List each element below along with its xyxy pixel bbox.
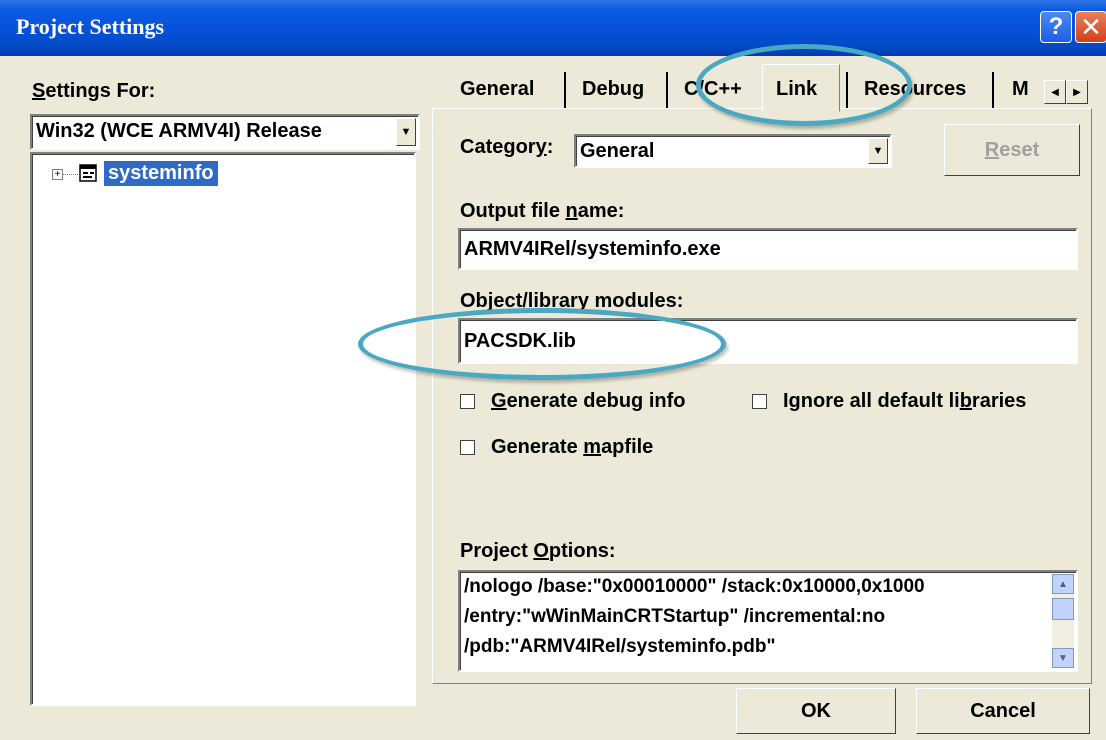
category-label: Category: — [460, 136, 554, 158]
project-settings-dialog: Project Settings ? ✕ Settings For: Win32… — [0, 0, 1106, 740]
output-file-value: ARMV4IRel/systeminfo.exe — [464, 238, 721, 260]
configuration-dropdown[interactable]: Win32 (WCE ARMV4I) Release ▼ — [30, 114, 420, 150]
help-button[interactable]: ? — [1040, 11, 1072, 43]
title-bar[interactable]: Project Settings ? ✕ — [0, 0, 1106, 56]
highlight-ellipse-link-tab — [696, 44, 912, 126]
tab-general[interactable]: General — [460, 70, 534, 108]
help-icon: ? — [1048, 13, 1064, 40]
project-options-line: /pdb:"ARMV4IRel/systeminfo.pdb" — [464, 636, 776, 657]
expand-icon[interactable]: + — [52, 169, 63, 180]
tab-divider — [666, 72, 668, 108]
scroll-up-icon[interactable]: ▲ — [1052, 574, 1074, 594]
window-title: Project Settings — [16, 14, 165, 39]
project-tree[interactable]: + systeminfo — [30, 152, 416, 706]
generate-mapfile-label: Generate mapfile — [491, 436, 654, 458]
options-scrollbar[interactable]: ▲ ▼ — [1052, 574, 1074, 668]
category-value: General — [580, 140, 655, 162]
reset-button[interactable]: Reset — [944, 124, 1080, 176]
close-icon: ✕ — [1080, 11, 1102, 42]
tab-scroll-left-icon[interactable]: ◀ — [1044, 80, 1066, 104]
tab-scroll-buttons: ◀ ▶ — [1044, 80, 1090, 104]
configuration-value: Win32 (WCE ARMV4I) Release — [36, 120, 322, 142]
project-options-label: Project Options: — [460, 540, 616, 562]
checkbox-box[interactable] — [460, 440, 475, 455]
tree-node-systeminfo[interactable]: systeminfo — [104, 161, 218, 186]
output-file-input[interactable]: ARMV4IRel/systeminfo.exe — [458, 228, 1078, 270]
project-options-line: /nologo /base:"0x00010000" /stack:0x1000… — [464, 576, 925, 597]
tab-divider — [564, 72, 566, 108]
tab-more[interactable]: M — [1012, 70, 1029, 108]
project-options-line: /entry:"wWinMainCRTStartup" /incremental… — [464, 606, 886, 627]
tab-divider — [992, 72, 994, 108]
ok-button[interactable]: OK — [736, 688, 896, 734]
tab-debug[interactable]: Debug — [582, 70, 644, 108]
chevron-down-icon[interactable]: ▼ — [396, 118, 416, 146]
checkbox-box[interactable] — [752, 394, 767, 409]
close-button[interactable]: ✕ — [1075, 11, 1106, 43]
generate-debug-info-label: Generate debug info — [491, 390, 686, 412]
highlight-ellipse-object-modules — [358, 308, 726, 380]
tab-scroll-right-icon[interactable]: ▶ — [1066, 80, 1088, 104]
checkbox-box[interactable] — [460, 394, 475, 409]
settings-for-label: Settings For: — [32, 80, 156, 102]
ignore-default-libraries-label: Ignore all default libraries — [783, 390, 1027, 412]
chevron-down-icon[interactable]: ▼ — [868, 138, 888, 164]
scroll-thumb[interactable] — [1052, 598, 1074, 620]
ignore-default-libraries-checkbox[interactable]: Ignore all default libraries — [752, 390, 1026, 413]
scroll-down-icon[interactable]: ▼ — [1052, 648, 1074, 668]
project-options-textarea[interactable]: /nologo /base:"0x00010000" /stack:0x1000… — [458, 570, 1078, 672]
cancel-button[interactable]: Cancel — [916, 688, 1090, 734]
category-dropdown[interactable]: General ▼ — [574, 134, 892, 168]
tree-connector — [63, 174, 78, 175]
project-icon — [79, 164, 97, 182]
output-file-label: Output file name: — [460, 200, 625, 222]
generate-debug-info-checkbox[interactable]: Generate debug info — [460, 390, 685, 413]
generate-mapfile-checkbox[interactable]: Generate mapfile — [460, 436, 653, 459]
